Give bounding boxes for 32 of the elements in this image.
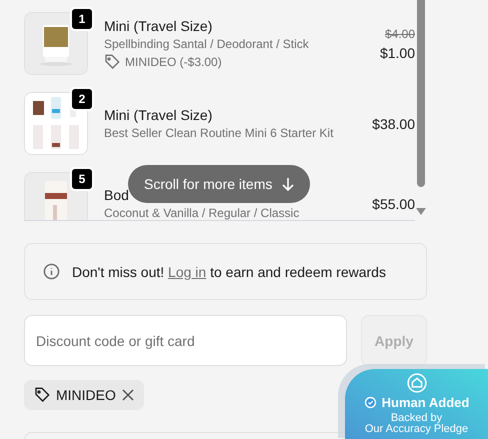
discount-code: MINIDEO <box>56 387 116 403</box>
product-variant: Best Seller Clean Routine Mini 6 Starter Kit <box>104 126 334 140</box>
discount-field[interactable]: Discount code or gift card <box>24 315 347 366</box>
product-title: Mini (Travel Size) <box>104 18 214 34</box>
close-icon[interactable] <box>122 389 134 401</box>
product-title: Mini (Travel Size) <box>104 107 214 123</box>
original-price: $4.00 <box>384 26 415 40</box>
discount-label: MINIDEO (-$3.00) <box>125 54 222 68</box>
product-variant: Spellbinding Santal / Deodorant / Stick <box>104 36 310 50</box>
quantity-badge: 1 <box>70 7 94 31</box>
price: $1.00 <box>380 44 415 60</box>
quantity-badge: 5 <box>70 167 94 191</box>
quantity-badge: 2 <box>70 87 94 111</box>
price: $38.00 <box>372 116 415 132</box>
product-title: Bod <box>104 187 130 203</box>
house-icon <box>406 373 426 393</box>
info-icon <box>43 263 60 280</box>
tag-icon <box>34 387 50 403</box>
trust-badge[interactable]: Human Added Backed by Our Accuracy Pledge <box>345 369 488 439</box>
arrow-down-icon <box>282 177 294 191</box>
rewards-text: Don't miss out! Log in to earn and redeem rewards <box>72 264 386 280</box>
scroll-hint-button[interactable]: Scroll for more items <box>128 165 310 203</box>
scroll-down-icon[interactable] <box>416 208 426 216</box>
badge-title: Human Added <box>382 395 470 410</box>
tag-icon <box>104 54 120 70</box>
badge-text: Backed by <box>390 413 442 424</box>
check-circle-icon <box>364 396 377 409</box>
login-link[interactable]: Log in <box>168 264 206 280</box>
badge-text: Our Accuracy Pledge <box>364 424 468 435</box>
product-variant: Coconut & Vanilla / Regular / Classic <box>104 206 300 220</box>
scrollbar-thumb[interactable] <box>417 0 425 187</box>
price: $55.00 <box>372 196 415 212</box>
